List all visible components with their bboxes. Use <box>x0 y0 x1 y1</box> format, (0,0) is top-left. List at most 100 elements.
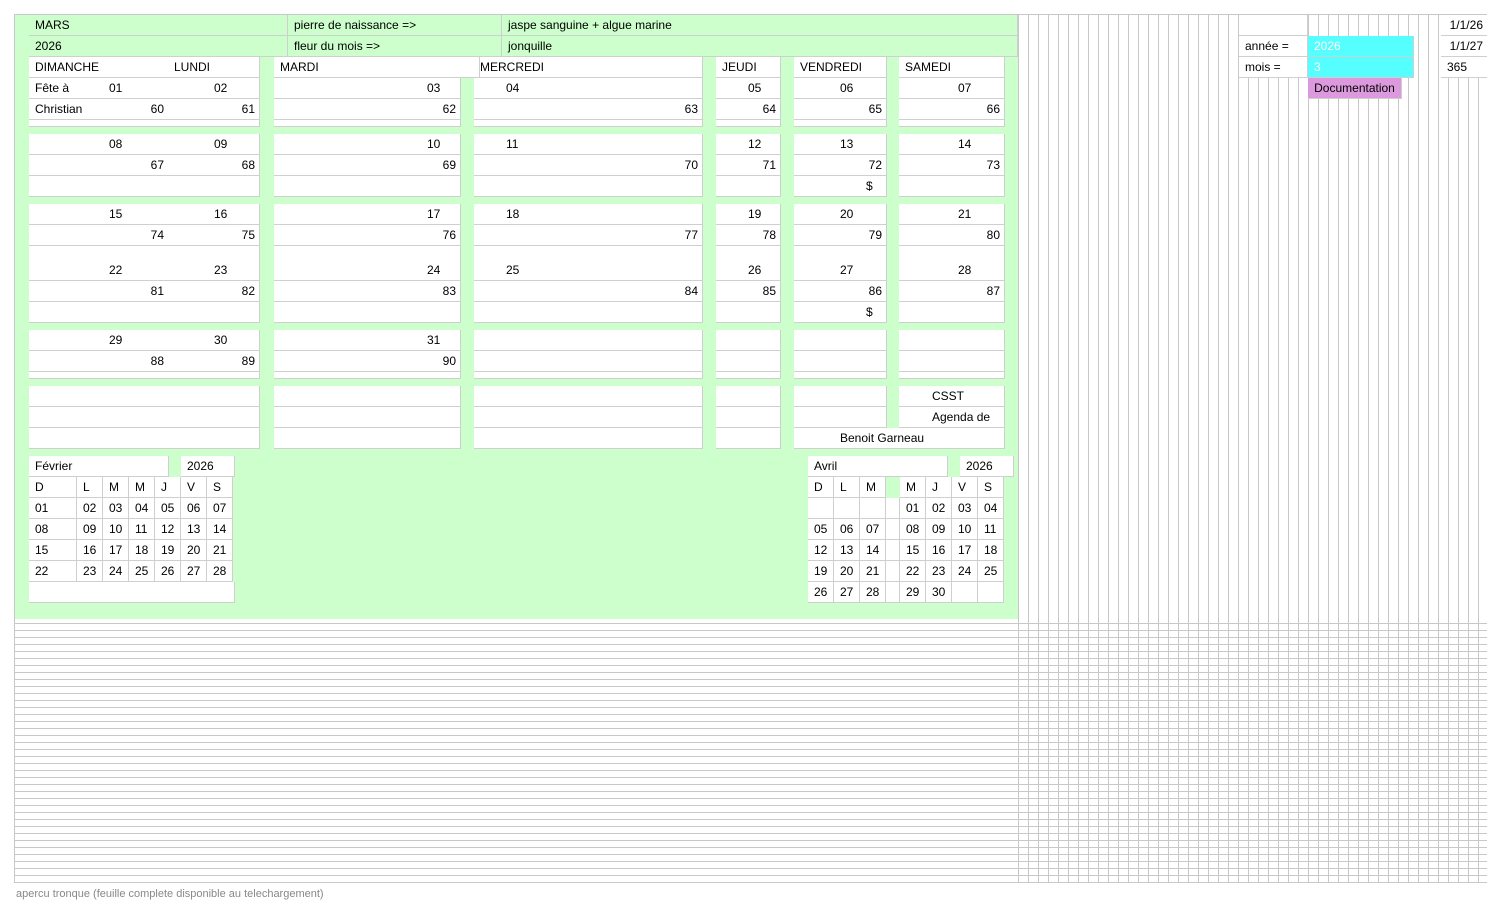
prev_month-day[interactable]: 16 <box>77 540 103 561</box>
flower-value[interactable]: jonquille <box>502 36 1018 57</box>
year-title[interactable]: 2026 <box>29 36 288 57</box>
blank-cell[interactable] <box>794 407 887 428</box>
next_month-day[interactable]: 01 <box>900 498 926 519</box>
next_month-day[interactable] <box>978 582 1004 603</box>
day-header-vendredi[interactable]: VENDREDI <box>794 57 887 78</box>
blank-cell[interactable] <box>274 428 461 449</box>
week-2-day-2-ordinal[interactable]: 68 <box>168 155 260 176</box>
blank-cell[interactable] <box>716 407 781 428</box>
next_month-day[interactable]: 03 <box>952 498 978 519</box>
prev_month-day[interactable]: 26 <box>155 561 181 582</box>
next_month-day[interactable]: 20 <box>834 561 860 582</box>
week-1-day-5-ordinal[interactable]: 64 <box>716 99 781 120</box>
prev_month-day[interactable]: 22 <box>29 561 77 582</box>
blank-cell[interactable] <box>474 428 703 449</box>
week-5-day-2-ordinal[interactable]: 89 <box>168 351 260 372</box>
next_month-day[interactable]: 21 <box>860 561 886 582</box>
week-2-day-4-ordinal[interactable]: 70 <box>474 155 703 176</box>
prev_month-weekday-head[interactable]: S <box>207 477 233 498</box>
prev_month-day[interactable]: 11 <box>129 519 155 540</box>
next_month-day[interactable]: 22 <box>900 561 926 582</box>
prev_month-weekday-head[interactable]: M <box>103 477 129 498</box>
next_month-weekday-head[interactable]: V <box>952 477 978 498</box>
week-2-day-7-note[interactable] <box>899 176 1005 197</box>
prev_month-day[interactable]: 19 <box>155 540 181 561</box>
next_month-day[interactable]: 30 <box>926 582 952 603</box>
spreadsheet[interactable]: MARS 2026 pierre de naissance => fleur du m… <box>14 14 1487 883</box>
next_month-day[interactable]: 29 <box>900 582 926 603</box>
week-2-day-3-ordinal[interactable]: 69 <box>274 155 461 176</box>
blank-cell[interactable] <box>168 386 260 407</box>
week-5-day-7-ordinal[interactable] <box>899 351 1005 372</box>
week-4-day-1-date[interactable]: 22 <box>29 260 169 281</box>
week-5-day-6-ordinal[interactable] <box>794 351 887 372</box>
week-1-day-4-ordinal[interactable]: 63 <box>474 99 703 120</box>
week-1-day-3-date[interactable]: 03 <box>274 78 461 99</box>
week-2-day-6-date[interactable]: 13 <box>794 134 887 155</box>
week-1-day-2-date[interactable]: 02 <box>168 78 260 99</box>
week-2-day-4-date[interactable]: 11 <box>474 134 703 155</box>
week-2-day-3-date[interactable]: 10 <box>274 134 461 155</box>
prev_month-day[interactable]: 06 <box>181 498 207 519</box>
week-2-day-7-ordinal[interactable]: 73 <box>899 155 1005 176</box>
week-1-day-2-ordinal[interactable]: 61 <box>168 99 260 120</box>
week-4-day-2-date[interactable]: 23 <box>168 260 260 281</box>
day-header-mardi[interactable]: MARDI <box>274 57 473 78</box>
week-3-day-3-ordinal[interactable]: 76 <box>274 225 461 246</box>
blank-cell[interactable] <box>474 407 703 428</box>
flower-label[interactable]: fleur du mois => <box>288 36 502 57</box>
next_month-day[interactable]: 04 <box>978 498 1004 519</box>
end-date[interactable]: 1/1/27 <box>1441 36 1487 57</box>
prev_month-day[interactable]: 17 <box>103 540 129 561</box>
month-input-label[interactable]: mois = <box>1239 57 1308 78</box>
prev_month-day[interactable]: 24 <box>103 561 129 582</box>
blank-cell[interactable] <box>716 386 781 407</box>
blank-cell[interactable] <box>1239 15 1308 36</box>
next_month-year[interactable]: 2026 <box>960 456 1014 477</box>
week-2-day-7-date[interactable]: 14 <box>899 134 1005 155</box>
week-4-day-4-note[interactable] <box>474 302 703 323</box>
week-4-day-6-ordinal[interactable]: 86 <box>794 281 887 302</box>
week-3-day-2-date[interactable]: 16 <box>168 204 260 225</box>
week-2-day-3-note[interactable] <box>274 176 461 197</box>
day-header-samedi[interactable]: SAMEDI <box>899 57 1005 78</box>
next_month-day[interactable]: 07 <box>860 519 886 540</box>
next_month-weekday-head[interactable]: D <box>808 477 834 498</box>
prev_month-day[interactable]: 20 <box>181 540 207 561</box>
next_month-day[interactable]: 28 <box>860 582 886 603</box>
week-2-day-5-note[interactable] <box>716 176 781 197</box>
next_month-weekday-head[interactable]: L <box>834 477 860 498</box>
week-3-day-5-ordinal[interactable]: 78 <box>716 225 781 246</box>
blank-cell[interactable] <box>716 428 781 449</box>
week-3-day-7-date[interactable]: 21 <box>899 204 1005 225</box>
week-4-day-1-note[interactable] <box>29 302 169 323</box>
next_month-day[interactable]: 23 <box>926 561 952 582</box>
week-3-day-3-date[interactable]: 17 <box>274 204 461 225</box>
week-4-day-5-ordinal[interactable]: 85 <box>716 281 781 302</box>
prev_month-weekday-head[interactable]: V <box>181 477 207 498</box>
blank-cell[interactable] <box>794 386 887 407</box>
next_month-day[interactable]: 09 <box>926 519 952 540</box>
prev_month-day[interactable]: 12 <box>155 519 181 540</box>
week-4-day-6-date[interactable]: 27 <box>794 260 887 281</box>
week-4-day-4-date[interactable]: 25 <box>474 260 703 281</box>
day-header-lundi[interactable]: LUNDI <box>168 57 260 78</box>
next_month-day[interactable]: 11 <box>978 519 1004 540</box>
week-1-day-4-date[interactable]: 04 <box>474 78 703 99</box>
next_month-day[interactable]: 02 <box>926 498 952 519</box>
day-header-dimanche[interactable]: DIMANCHE <box>29 57 169 78</box>
prev_month-day[interactable]: 09 <box>77 519 103 540</box>
week-4-day-6-note[interactable] <box>794 302 887 323</box>
prev_month-day[interactable]: 25 <box>129 561 155 582</box>
blank-cell[interactable] <box>168 407 260 428</box>
week-5-day-2-date[interactable]: 30 <box>168 330 260 351</box>
week-2-day-1-date[interactable]: 08 <box>29 134 169 155</box>
week-4-day-5-note[interactable] <box>716 302 781 323</box>
week-4-day-7-date[interactable]: 28 <box>899 260 1005 281</box>
week-4-day-5-date[interactable]: 26 <box>716 260 781 281</box>
week-5-day-4-ordinal[interactable] <box>474 351 703 372</box>
days-in-year[interactable]: 365 <box>1441 57 1487 78</box>
year-input-label[interactable]: année = <box>1239 36 1308 57</box>
prev_month-day[interactable]: 21 <box>207 540 233 561</box>
prev_month-day[interactable]: 05 <box>155 498 181 519</box>
